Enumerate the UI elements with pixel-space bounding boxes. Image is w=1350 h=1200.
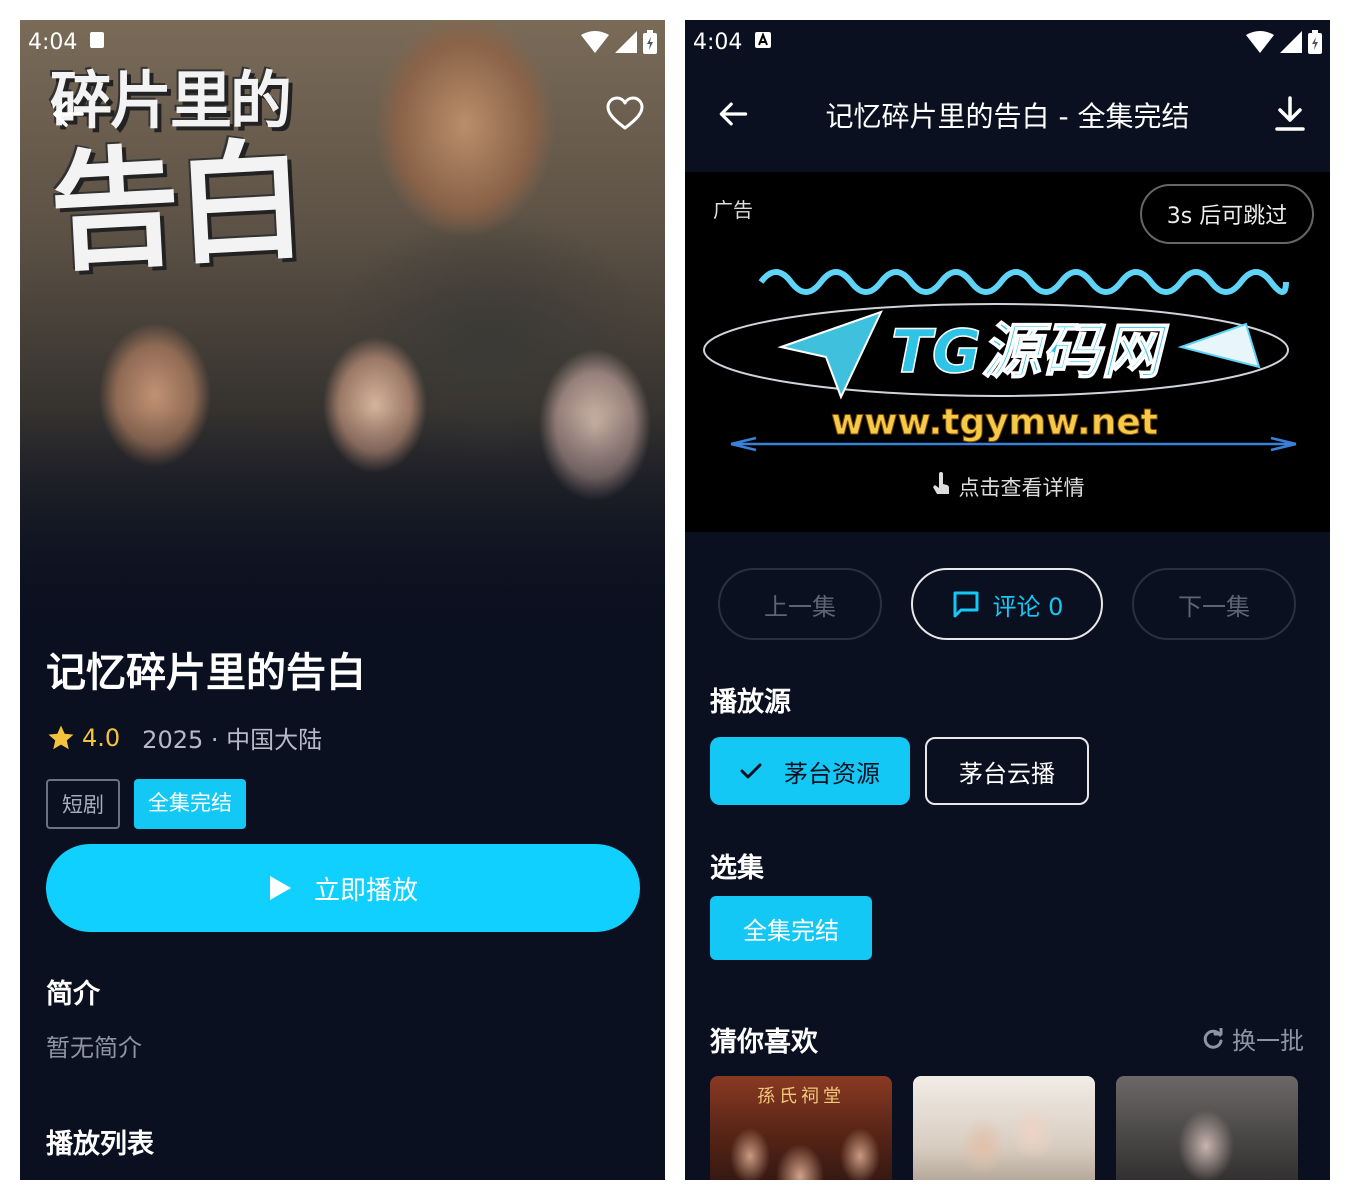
refresh-button[interactable]: 换一批 [1202, 1021, 1304, 1056]
ad-brand: TG源码网 [891, 317, 1169, 387]
play-icon [269, 876, 291, 900]
skip-ad-button[interactable]: 3s 后可跳过 [1140, 184, 1314, 244]
heart-icon [606, 96, 644, 130]
play-now-button[interactable]: 立即播放 [46, 844, 640, 932]
notification-icon [89, 30, 105, 55]
back-arrow-icon [719, 102, 748, 126]
meta-row: 4.0 2025 · 中国大陆 [46, 720, 639, 755]
wifi-icon [1246, 31, 1274, 53]
player-screen: 4:04 记忆碎片里的告白 - 全集完结 广告 3s 后可跳过 TG源码网 ww… [685, 20, 1330, 1180]
year-region: 2025 · 中国大陆 [142, 726, 323, 754]
recommend-card[interactable] [913, 1076, 1095, 1180]
status-icons [1246, 30, 1322, 54]
ad-url: www.tgymw.net [831, 402, 1158, 443]
poster-image: 碎片里的 告白 [20, 20, 665, 630]
status-icons [581, 30, 657, 54]
source-option-1-label: 茅台资源 [784, 759, 880, 788]
refresh-label: 换一批 [1232, 1027, 1304, 1055]
poster-line-2: 告白 [46, 124, 306, 290]
ad-detail-link[interactable]: 点击查看详情 [685, 472, 1330, 502]
check-icon [740, 763, 762, 779]
recommend-card-artwork-text: 孫氏祠堂 [757, 1086, 845, 1107]
ad-detail-label: 点击查看详情 [958, 476, 1085, 500]
recommend-card[interactable] [1116, 1076, 1298, 1180]
comment-label: 评论 0 [992, 592, 1064, 621]
top-app-bar: 记忆碎片里的告白 - 全集完结 [685, 90, 1330, 140]
page-title: 记忆碎片里的告白 - 全集完结 [825, 100, 1190, 133]
tag-genre: 短剧 [46, 779, 120, 829]
back-button[interactable] [48, 94, 88, 134]
source-option-2[interactable]: 茅台云播 [925, 737, 1089, 805]
intro-heading: 简介 [46, 979, 100, 1010]
episode-nav: 上一集 评论 0 下一集 [685, 568, 1330, 642]
status-time: 4:04 [28, 29, 78, 55]
playlist-heading: 播放列表 [46, 1129, 154, 1160]
battery-icon [643, 30, 657, 54]
comment-icon [953, 591, 979, 618]
tag-list: 短剧 全集完结 [46, 779, 639, 829]
status-bar: 4:04 [20, 20, 665, 64]
intro-text: 暂无简介 [46, 1034, 142, 1062]
notification-icon [754, 30, 772, 55]
source-heading: 播放源 [710, 687, 791, 718]
signal-icon [1280, 31, 1302, 53]
recommend-heading: 猜你喜欢 [710, 1027, 818, 1058]
star-icon [48, 725, 74, 749]
source-option-1[interactable]: 茅台资源 [710, 737, 910, 805]
battery-icon [1308, 30, 1322, 54]
touch-icon [932, 472, 949, 494]
refresh-icon [1203, 1027, 1223, 1049]
ad-banner[interactable]: 广告 3s 后可跳过 TG源码网 www.tgymw.net 点击查看详情 [685, 172, 1330, 532]
download-icon [1275, 96, 1305, 131]
show-title: 记忆碎片里的告白 [46, 650, 366, 696]
wifi-icon [581, 31, 609, 53]
ad-label: 广告 [713, 198, 753, 222]
back-arrow-icon [53, 101, 84, 127]
favorite-button[interactable] [605, 94, 645, 134]
episode-button-full[interactable]: 全集完结 [710, 896, 872, 960]
poster-fade [20, 410, 665, 630]
tag-status: 全集完结 [134, 779, 246, 829]
next-episode-button[interactable]: 下一集 [1132, 568, 1296, 640]
back-button[interactable] [715, 96, 751, 132]
prev-episode-button[interactable]: 上一集 [718, 568, 882, 640]
comment-button[interactable]: 评论 0 [911, 568, 1103, 640]
rating-value: 4.0 [82, 723, 121, 752]
signal-icon [615, 31, 637, 53]
status-bar: 4:04 [685, 20, 1330, 64]
download-button[interactable] [1272, 94, 1308, 134]
episode-heading: 选集 [710, 853, 764, 884]
detail-screen: 碎片里的 告白 4:04 记忆碎片里的告白 4.0 2025 · 中国大陆 短剧… [20, 20, 665, 1180]
show-info: 记忆碎片里的告白 4.0 2025 · 中国大陆 短剧 全集完结 [46, 640, 639, 829]
ad-logo: TG源码网 www.tgymw.net [703, 269, 1297, 452]
play-now-label: 立即播放 [313, 875, 418, 906]
status-time: 4:04 [693, 29, 743, 55]
recommend-card[interactable]: 孫氏祠堂 [710, 1076, 892, 1180]
